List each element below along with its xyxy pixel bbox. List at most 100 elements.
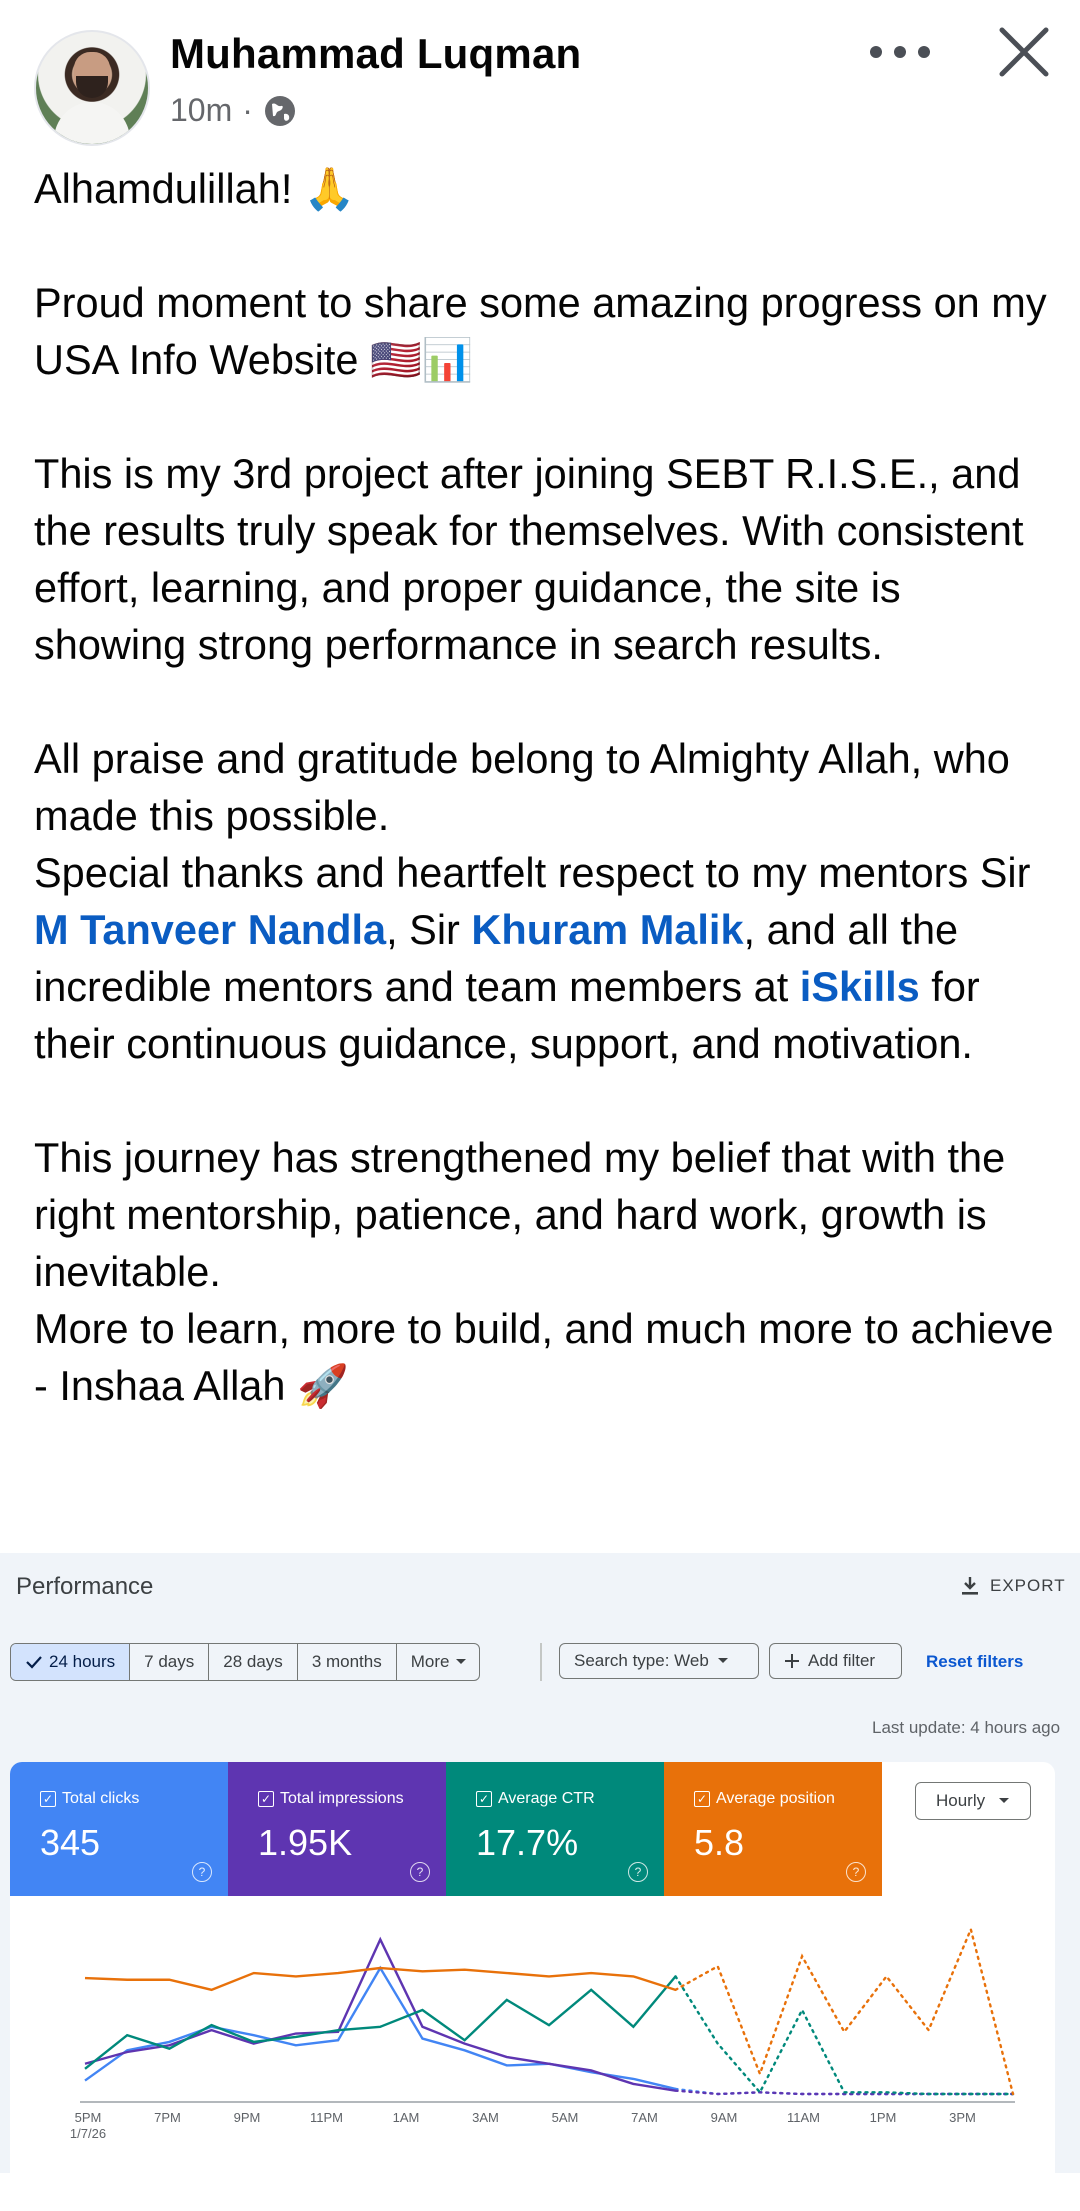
metric-tile-ctr[interactable]: ✓ Average CTR 17.7% ? <box>446 1762 664 1896</box>
metric-label: ✓ Total impressions <box>258 1790 404 1808</box>
download-icon <box>962 1577 978 1595</box>
toolbar-divider <box>540 1643 542 1681</box>
series-line-average-position <box>84 1966 676 1992</box>
reset-filters-link[interactable]: Reset filters <box>926 1652 1023 1672</box>
x-tick-label: 5PM <box>75 2110 102 2125</box>
date-range-segments: 24 hours 7 days 28 days 3 months More <box>10 1643 481 1681</box>
date-range-more-chip[interactable]: More <box>395 1644 480 1680</box>
mention-link[interactable]: M Tanveer Nandla <box>34 906 386 953</box>
metric-label-text: Total impressions <box>280 1790 404 1807</box>
help-icon[interactable]: ? <box>192 1862 212 1882</box>
date-range-chip[interactable]: 28 days <box>208 1644 297 1680</box>
metric-tile-clicks[interactable]: ✓ Total clicks 345 ? <box>10 1762 228 1896</box>
post-paragraph: This is my 3rd project after joining SEB… <box>34 450 1024 668</box>
more-options-dot <box>894 46 906 58</box>
mention-link[interactable]: Khuram Malik <box>471 906 743 953</box>
help-icon[interactable]: ? <box>628 1862 648 1882</box>
globe-icon <box>264 95 295 126</box>
help-icon[interactable]: ? <box>410 1862 430 1882</box>
post-paragraph: All praise and gratitude belong to Almig… <box>34 735 1010 839</box>
date-range-selector: 24 hours 7 days 28 days 3 months More <box>10 1643 481 1681</box>
add-filter-button[interactable]: Add filter <box>769 1643 902 1679</box>
metric-label-text: Average position <box>716 1790 835 1807</box>
more-options-button[interactable] <box>870 34 930 70</box>
post-body: Alhamdulillah! 🙏 Proud moment to share s… <box>34 160 1054 1414</box>
export-label: EXPORT <box>990 1576 1066 1595</box>
metric-label: ✓ Average CTR <box>476 1790 595 1808</box>
x-tick-label: 7AM <box>631 2110 658 2125</box>
x-tick-label: 7PM <box>154 2110 181 2125</box>
author-name[interactable]: Muhammad Luqman <box>170 30 581 78</box>
caret-down-icon <box>999 1798 1009 1803</box>
x-tick-label: 9PM <box>234 2110 261 2125</box>
metric-value: 5.8 <box>694 1822 745 1863</box>
add-filter-label: Add filter <box>808 1651 876 1670</box>
close-icon[interactable] <box>996 24 1052 80</box>
metric-tile-position[interactable]: ✓ Average position 5.8 ? <box>664 1762 882 1896</box>
x-tick-label: 5AM <box>552 2110 579 2125</box>
metric-value: 1.95K <box>258 1822 353 1863</box>
caret-down-icon <box>717 1658 728 1663</box>
performance-line-chart: 5PM 7PM 9PM 11PM 1AM 3AM 5AM 7AM 9AM 11AM 1PM 3PM 1/… <box>70 1925 1015 2141</box>
checkbox-checked-icon: ✓ <box>258 1791 274 1807</box>
metric-label: ✓ Average position <box>694 1790 835 1808</box>
date-range-chip[interactable]: 3 months <box>296 1644 396 1680</box>
last-update-text: Last update: 4 hours ago <box>872 1718 1061 1737</box>
date-range-chip-active[interactable]: 24 hours <box>11 1644 130 1680</box>
performance-chart-card: ✓ Total clicks 345 ? ✓ Total impressions 1… <box>10 1762 1055 2182</box>
x-tick-label: 3PM <box>949 2110 976 2125</box>
post-paragraph: More to learn, more to build, and much m… <box>34 1305 1054 1409</box>
help-icon[interactable]: ? <box>846 1862 866 1882</box>
avatar-beard-shape <box>76 76 108 98</box>
export-button[interactable]: EXPORT <box>960 1575 1066 1597</box>
thanks-paragraph: Special thanks and heartfelt respect to … <box>34 844 1054 1072</box>
post-time[interactable]: 10m <box>170 92 232 129</box>
x-tick-label: 3AM <box>472 2110 499 2125</box>
thanks-prefix: Special thanks and heartfelt respect to … <box>34 849 1031 896</box>
more-label: More <box>410 1652 450 1671</box>
post-header: Muhammad Luqman 10m · <box>0 0 1080 160</box>
x-tick-label: 1PM <box>870 2110 897 2125</box>
date-range-label: 24 hours <box>49 1652 116 1671</box>
metric-value: 17.7% <box>476 1822 579 1863</box>
checkbox-checked-icon: ✓ <box>694 1791 710 1807</box>
date-range-chip[interactable]: 7 days <box>129 1644 208 1680</box>
check-icon <box>26 1656 42 1669</box>
author-avatar[interactable] <box>34 30 150 146</box>
series-line-average-ctr <box>84 1975 677 2070</box>
checkbox-checked-icon: ✓ <box>476 1791 492 1807</box>
more-options-dot <box>870 46 882 58</box>
x-tick-label: 11PM <box>310 2110 343 2125</box>
x-tick-date-label: 1/7/26 <box>70 2126 106 2141</box>
search-type-label: Search type: Web <box>574 1651 709 1670</box>
post-paragraph: Alhamdulillah! 🙏 <box>34 165 356 212</box>
more-options-dot <box>918 46 930 58</box>
x-tick-label: 1AM <box>393 2110 420 2125</box>
performance-panel[interactable]: Performance EXPORT 24 hours 7 days 28 da… <box>0 1553 1080 2182</box>
post-paragraph: Proud moment to share some amazing progr… <box>34 279 1047 383</box>
x-tick-label: 11AM <box>787 2110 820 2125</box>
metric-label-text: Average CTR <box>498 1790 595 1807</box>
post-paragraph: This journey has strengthened my belief … <box>34 1134 1006 1295</box>
metric-tile-impressions[interactable]: ✓ Total impressions 1.95K ? <box>228 1762 446 1896</box>
performance-title: Performance <box>16 1573 154 1600</box>
thanks-mid: , Sir <box>386 906 472 953</box>
checkbox-checked-icon: ✓ <box>40 1791 56 1807</box>
metric-label: ✓ Total clicks <box>40 1790 139 1808</box>
x-tick-label: 9AM <box>711 2110 738 2125</box>
mention-link[interactable]: iSkills <box>800 963 920 1010</box>
metric-label-text: Total clicks <box>62 1790 140 1807</box>
metric-value: 345 <box>40 1822 101 1863</box>
post-meta: 10m · <box>170 92 297 129</box>
granularity-select[interactable]: Hourly <box>915 1782 1031 1820</box>
plus-icon <box>785 1654 799 1668</box>
meta-separator: · <box>242 92 253 128</box>
search-type-chip[interactable]: Search type: Web <box>559 1643 759 1679</box>
avatar-body-shape <box>54 102 130 144</box>
granularity-label: Hourly <box>936 1791 986 1810</box>
series-line-partial-average-position <box>674 1925 1015 2096</box>
